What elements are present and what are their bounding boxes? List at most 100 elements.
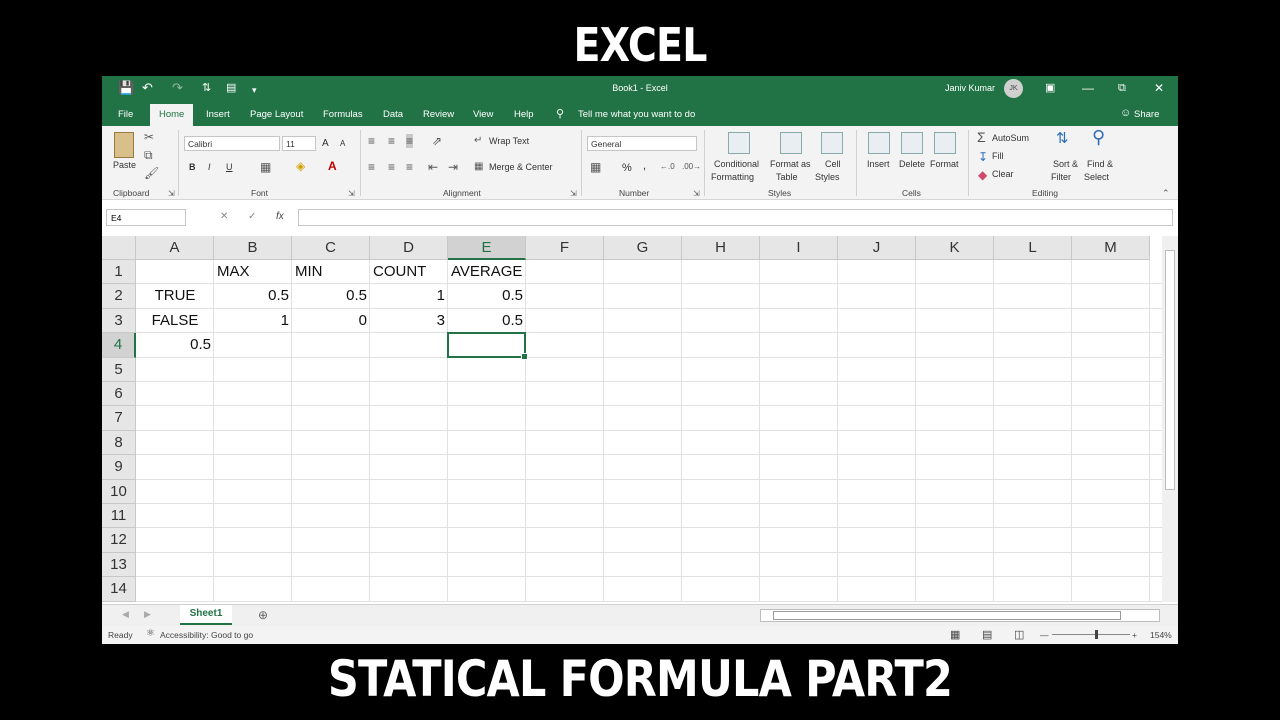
vertical-scrollbar[interactable] [1162,236,1178,602]
tab-data[interactable]: Data [383,109,403,120]
cell-b2[interactable]: 0.5 [214,284,292,308]
insert-cells-button[interactable]: Insert [867,159,890,169]
font-launcher-icon[interactable]: ⇲ [348,187,355,201]
cancel-icon[interactable]: ✕ [220,211,228,222]
column-header-h[interactable]: H [682,236,760,260]
column-header-g[interactable]: G [604,236,682,260]
cell-d3[interactable]: 3 [370,309,448,333]
align-left-icon[interactable]: ≡ [368,160,375,174]
fill-button[interactable]: Fill [992,151,1004,161]
column-header-i[interactable]: I [760,236,838,260]
minimize-icon[interactable]: — [1082,81,1094,95]
format-cells-icon[interactable] [934,132,956,154]
accounting-format-icon[interactable]: ▦ [590,160,601,174]
cell-d1[interactable]: COUNT [370,260,448,284]
tab-home[interactable]: Home [150,104,194,126]
close-icon[interactable]: ✕ [1154,81,1164,95]
cell-c3[interactable]: 0 [292,309,370,333]
cell-c1[interactable]: MIN [292,260,370,284]
cell-e2[interactable]: 0.5 [448,284,526,308]
delete-cells-button[interactable]: Delete [899,159,925,169]
tell-me-search[interactable]: Tell me what you want to do [578,109,695,120]
increase-decimal-icon[interactable]: ←.0 [660,160,675,174]
vertical-scroll-thumb[interactable] [1165,250,1175,490]
cell-a2[interactable]: TRUE [136,284,214,308]
collapse-ribbon-icon[interactable]: ⌃ [1162,186,1170,200]
spreadsheet-grid[interactable]: A B C D E F G H I J K L M 1 2 3 4 5 6 7 8 9 10 11 12 13 14 MAX MIN CO… [102,236,1162,602]
row-header-10[interactable]: 10 [102,479,136,504]
row-header-6[interactable]: 6 [102,382,136,407]
merge-icon[interactable]: ▦ [474,160,483,174]
row-header-13[interactable]: 13 [102,552,136,578]
conditional-formatting-icon[interactable] [728,132,750,154]
comma-button[interactable]: , [643,160,646,172]
grow-font-button[interactable]: A [322,138,329,149]
cell-b3[interactable]: 1 [214,309,292,333]
find-select-label-1[interactable]: Find & [1087,159,1113,169]
cell-d2[interactable]: 1 [370,284,448,308]
cell-a4[interactable]: 0.5 [136,333,214,357]
page-break-view-icon[interactable]: ◫ [1014,628,1024,641]
column-header-a[interactable]: A [136,236,214,260]
column-header-l[interactable]: L [994,236,1072,260]
cell-b1[interactable]: MAX [214,260,292,284]
row-header-11[interactable]: 11 [102,504,136,529]
bold-button[interactable]: B [189,162,196,172]
horizontal-scroll-thumb[interactable] [773,611,1121,620]
add-sheet-icon[interactable]: ⊕ [258,608,268,622]
align-middle-icon[interactable]: ≡ [388,134,395,148]
tab-page-layout[interactable]: Page Layout [250,109,303,120]
prev-sheet-icon[interactable]: ◀ [122,609,129,620]
wrap-text-icon[interactable]: ↵ [474,134,482,148]
conditional-formatting-label-2[interactable]: Formatting [711,172,754,182]
column-header-b[interactable]: B [214,236,292,260]
font-size-select[interactable]: 11 [282,136,316,151]
insert-cells-icon[interactable] [868,132,890,154]
clipboard-launcher-icon[interactable]: ⇲ [168,187,175,201]
font-color-icon[interactable]: A [328,159,337,173]
sort-filter-label-2[interactable]: Filter [1051,172,1071,182]
enter-icon[interactable]: ✓ [248,211,256,222]
find-select-icon[interactable]: ⚲ [1092,128,1105,146]
italic-button[interactable]: I [208,162,211,172]
row-header-4[interactable]: 4 [102,333,136,358]
row-header-7[interactable]: 7 [102,406,136,431]
format-cells-button[interactable]: Format [930,159,959,169]
fill-icon[interactable]: ↧ [978,150,988,164]
borders-icon[interactable]: ▦ [260,160,271,174]
decrease-indent-icon[interactable]: ⇤ [428,160,438,174]
restore-icon[interactable]: ⧉ [1118,81,1126,95]
row-header-2[interactable]: 2 [102,284,136,309]
row-header-9[interactable]: 9 [102,455,136,480]
delete-cells-icon[interactable] [901,132,923,154]
select-all-button[interactable] [102,236,136,260]
accessibility-status[interactable]: Accessibility: Good to go [160,630,253,640]
zoom-level[interactable]: 154% [1150,630,1172,640]
zoom-in-icon[interactable]: + [1132,630,1137,640]
zoom-slider[interactable] [1052,634,1130,635]
ribbon-display-icon[interactable]: ▣ [1045,81,1055,95]
conditional-formatting-label-1[interactable]: Conditional [714,159,759,169]
cell-c2[interactable]: 0.5 [292,284,370,308]
number-launcher-icon[interactable]: ⇲ [693,187,700,201]
column-header-d[interactable]: D [370,236,448,260]
cell-a3[interactable]: FALSE [136,309,214,333]
column-header-m[interactable]: M [1072,236,1150,260]
autosum-button[interactable]: AutoSum [992,133,1029,143]
row-header-12[interactable]: 12 [102,528,136,553]
cell-styles-label-1[interactable]: Cell [825,159,841,169]
paste-icon[interactable] [114,132,134,158]
find-select-label-2[interactable]: Select [1084,172,1109,182]
alignment-launcher-icon[interactable]: ⇲ [570,187,577,201]
user-name[interactable]: Janiv Kumar [945,83,995,93]
orientation-icon[interactable]: ⇗ [432,134,442,148]
format-as-table-icon[interactable] [780,132,802,154]
underline-button[interactable]: U [226,162,233,172]
format-painter-icon[interactable]: 🖌 [144,166,159,180]
percent-button[interactable]: % [622,162,632,174]
sort-filter-icon[interactable]: ⇅ [1056,131,1069,146]
column-header-f[interactable]: F [526,236,604,260]
tab-insert[interactable]: Insert [206,109,230,120]
name-box[interactable]: E4 [106,209,186,226]
fill-color-icon[interactable]: ◈ [296,159,305,173]
